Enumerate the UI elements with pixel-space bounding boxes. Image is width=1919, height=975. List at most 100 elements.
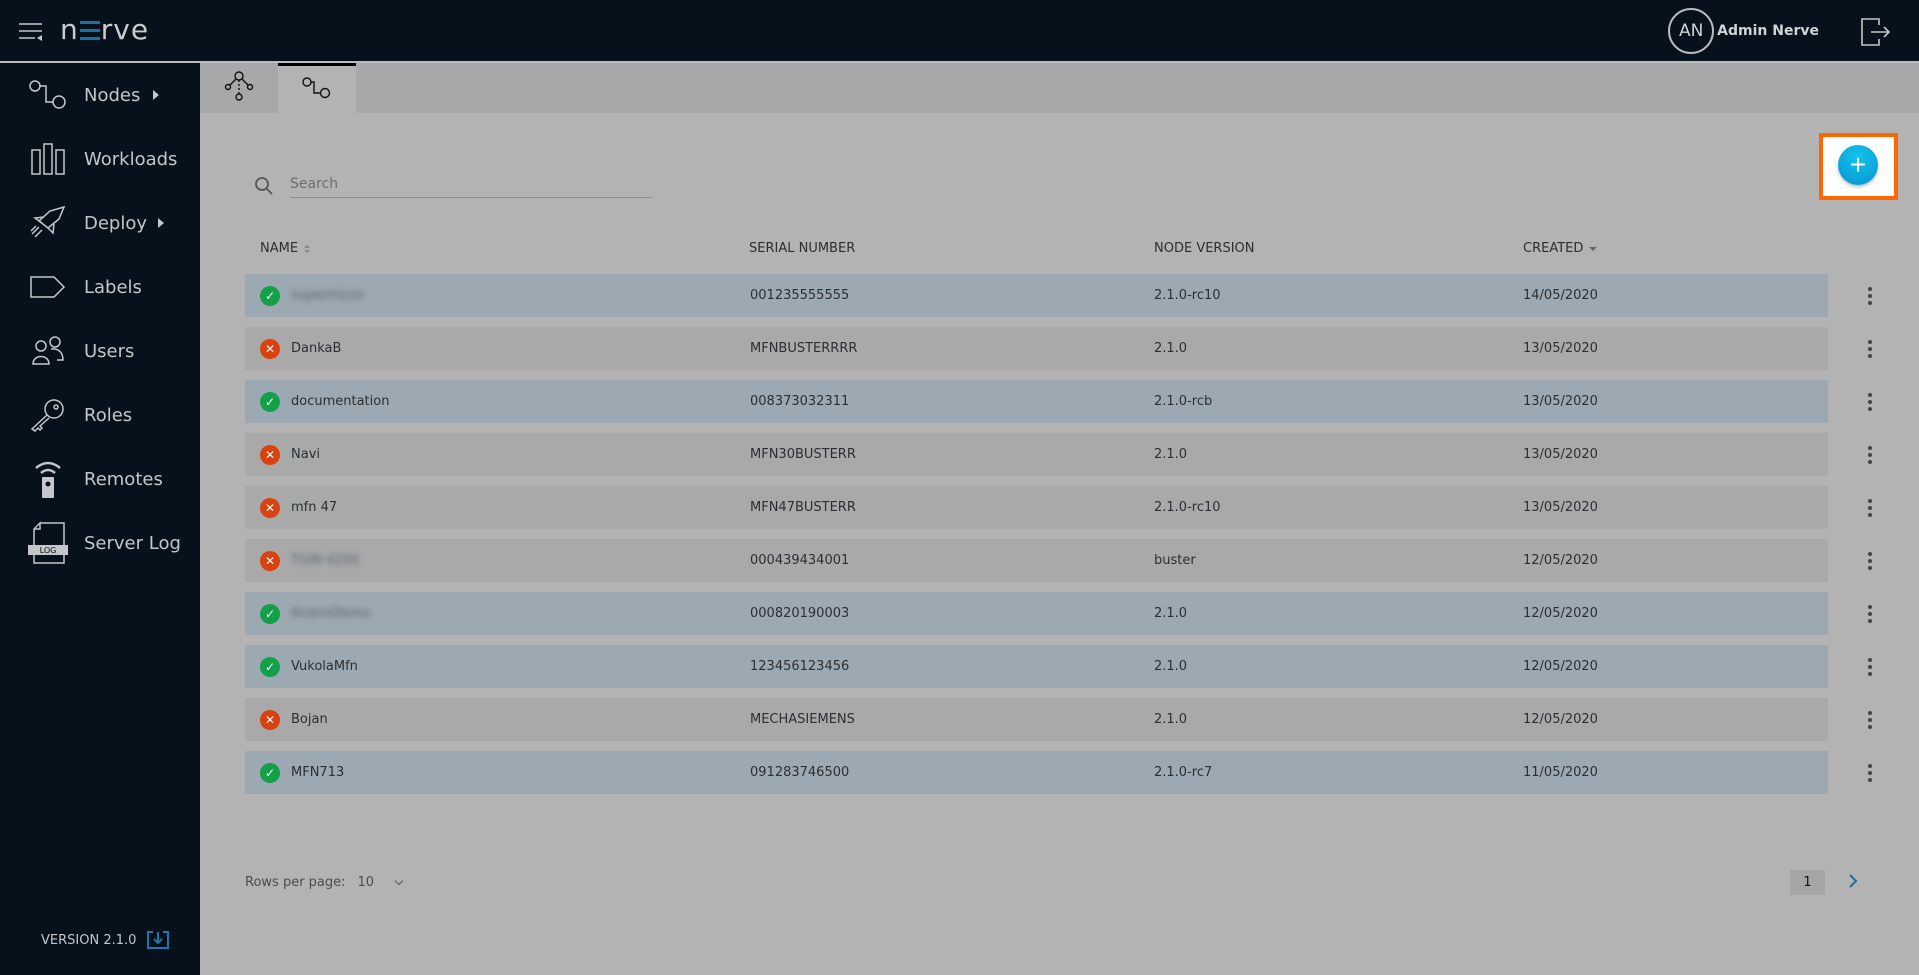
cell-created: 12/05/2020 bbox=[1523, 712, 1598, 727]
table-row[interactable]: ✕ mfn 47 MFN47BUSTERR 2.1.0-rc10 13/05/2020 bbox=[245, 486, 1828, 529]
column-header-created[interactable]: CREATED bbox=[1523, 241, 1598, 256]
column-header-serial-number[interactable]: SERIAL NUMBER bbox=[749, 241, 855, 256]
sidebar-item-nodes[interactable]: Nodes bbox=[0, 69, 200, 121]
workloads-icon bbox=[28, 139, 68, 179]
user-name: Admin Nerve bbox=[1717, 23, 1819, 39]
status-online-icon: ✓ bbox=[260, 657, 280, 677]
table-row[interactable]: ✕ DankaB MFNBUSTERRRR 2.1.0 13/05/2020 bbox=[245, 327, 1828, 370]
sidebar-item-roles[interactable]: Roles bbox=[0, 389, 200, 441]
row-actions-menu-icon[interactable] bbox=[1860, 592, 1880, 635]
avatar[interactable]: AN bbox=[1668, 8, 1715, 54]
chevron-right-icon bbox=[1847, 873, 1859, 893]
cell-serial-number: MECHASIEMENS bbox=[750, 712, 855, 727]
cell-node-version: 2.1.0 bbox=[1154, 341, 1188, 356]
cell-serial-number: 000439434001 bbox=[750, 553, 850, 568]
table-row[interactable]: ✓ documentation 008373032311 2.1.0-rcb 13/05… bbox=[245, 380, 1828, 423]
users-icon bbox=[28, 331, 68, 371]
row-actions-menu-icon[interactable] bbox=[1860, 486, 1880, 529]
search-bar bbox=[252, 170, 652, 200]
column-header-name[interactable]: NAME bbox=[260, 241, 311, 256]
cell-name: TGW-4200 bbox=[291, 553, 360, 568]
row-actions-menu-icon[interactable] bbox=[1860, 274, 1880, 317]
status-online-icon: ✓ bbox=[260, 286, 280, 306]
logout-icon[interactable] bbox=[1859, 16, 1891, 48]
next-page-button[interactable] bbox=[1843, 871, 1863, 895]
chevron-right-icon bbox=[153, 90, 159, 100]
table-header: NAME SERIAL NUMBER NODE VERSION CREATED bbox=[245, 235, 1828, 263]
node-tree-icon bbox=[224, 71, 254, 105]
cell-node-version: 2.1.0-rc7 bbox=[1154, 765, 1213, 780]
cell-created: 12/05/2020 bbox=[1523, 659, 1598, 674]
cell-serial-number: 000820190003 bbox=[750, 606, 850, 621]
row-actions-menu-icon[interactable] bbox=[1860, 539, 1880, 582]
sidebar-item-users[interactable]: Users bbox=[0, 325, 200, 377]
cell-node-version: 2.1.0 bbox=[1154, 659, 1188, 674]
tab-node-tree[interactable] bbox=[200, 63, 278, 113]
row-actions-menu-icon[interactable] bbox=[1860, 327, 1880, 370]
chevron-right-icon bbox=[158, 218, 164, 228]
row-actions-menu-icon[interactable] bbox=[1860, 645, 1880, 688]
cell-node-version: 2.1.0-rcb bbox=[1154, 394, 1213, 409]
status-offline-icon: ✕ bbox=[260, 498, 280, 518]
remote-icon bbox=[28, 459, 68, 499]
download-icon[interactable] bbox=[146, 930, 170, 950]
table-row[interactable]: ✓ AndrisDemo 000820190003 2.1.0 12/05/2020 bbox=[245, 592, 1828, 635]
cell-serial-number: MFN47BUSTERR bbox=[750, 500, 856, 515]
sort-icon bbox=[304, 244, 311, 253]
logo-e-mark bbox=[79, 21, 100, 41]
add-node-button[interactable]: + bbox=[1838, 145, 1878, 185]
user-menu[interactable]: AN Admin Nerve bbox=[1668, 8, 1819, 54]
nodes-list-icon bbox=[302, 76, 332, 103]
menu-collapse-icon[interactable] bbox=[18, 20, 44, 44]
cell-created: 12/05/2020 bbox=[1523, 606, 1598, 621]
svg-text:LOG: LOG bbox=[40, 546, 57, 555]
cell-name: documentation bbox=[291, 394, 390, 409]
table-row[interactable]: ✓ VukolaMfn 123456123456 2.1.0 12/05/2020 bbox=[245, 645, 1828, 688]
status-online-icon: ✓ bbox=[260, 392, 280, 412]
rows-per-page-select[interactable]: 10 bbox=[358, 875, 404, 890]
status-offline-icon: ✕ bbox=[260, 445, 280, 465]
row-actions-menu-icon[interactable] bbox=[1860, 751, 1880, 794]
cell-created: 13/05/2020 bbox=[1523, 394, 1598, 409]
sidebar-item-remotes[interactable]: Remotes bbox=[0, 453, 200, 505]
cell-name: mfn 47 bbox=[291, 500, 338, 515]
cell-node-version: 2.1.0-rc10 bbox=[1154, 288, 1221, 303]
sidebar-item-deploy[interactable]: Deploy bbox=[0, 197, 200, 249]
row-actions-menu-icon[interactable] bbox=[1860, 698, 1880, 741]
rows-per-page: Rows per page: 10 bbox=[245, 875, 404, 890]
cell-created: 14/05/2020 bbox=[1523, 288, 1598, 303]
table-row[interactable]: ✓ MFN713 091283746500 2.1.0-rc7 11/05/2020 bbox=[245, 751, 1828, 794]
status-online-icon: ✓ bbox=[260, 604, 280, 624]
tab-nodes-list[interactable] bbox=[278, 63, 356, 113]
rocket-icon bbox=[28, 203, 68, 243]
row-actions-menu-icon[interactable] bbox=[1860, 433, 1880, 476]
cell-created: 12/05/2020 bbox=[1523, 553, 1598, 568]
sidebar-item-server-log[interactable]: LOG Server Log bbox=[0, 517, 200, 569]
cell-created: 13/05/2020 bbox=[1523, 500, 1598, 515]
cell-created: 11/05/2020 bbox=[1523, 765, 1598, 780]
page-number-button[interactable]: 1 bbox=[1790, 870, 1825, 895]
cell-name: supermicro bbox=[291, 288, 364, 303]
cell-node-version: 2.1.0 bbox=[1154, 712, 1188, 727]
cell-name: Bojan bbox=[291, 712, 328, 727]
top-bar: n rve AN Admin Nerve bbox=[0, 0, 1919, 63]
cell-node-version: buster bbox=[1154, 553, 1196, 568]
table-row[interactable]: ✓ supermicro 001235555555 2.1.0-rc10 14/05/2… bbox=[245, 274, 1828, 317]
nodes-icon bbox=[28, 75, 68, 115]
cell-name: VukolaMfn bbox=[291, 659, 358, 674]
nerve-logo[interactable]: n rve bbox=[60, 13, 149, 46]
search-input[interactable] bbox=[290, 170, 652, 198]
sidebar-item-workloads[interactable]: Workloads bbox=[0, 133, 200, 185]
table-row[interactable]: ✕ TGW-4200 000439434001 buster 12/05/2020 bbox=[245, 539, 1828, 582]
key-icon bbox=[28, 395, 68, 435]
table-row[interactable]: ✕ Bojan MECHASIEMENS 2.1.0 12/05/2020 bbox=[245, 698, 1828, 741]
cell-serial-number: MFN30BUSTERR bbox=[750, 447, 856, 462]
sidebar-item-labels[interactable]: Labels bbox=[0, 261, 200, 313]
row-actions-menu-icon[interactable] bbox=[1860, 380, 1880, 423]
column-header-node-version[interactable]: NODE VERSION bbox=[1154, 241, 1255, 256]
status-offline-icon: ✕ bbox=[260, 339, 280, 359]
view-tabs bbox=[200, 63, 1919, 113]
search-icon bbox=[254, 176, 274, 196]
sort-desc-icon bbox=[1589, 246, 1598, 251]
table-row[interactable]: ✕ Navi MFN30BUSTERR 2.1.0 13/05/2020 bbox=[245, 433, 1828, 476]
